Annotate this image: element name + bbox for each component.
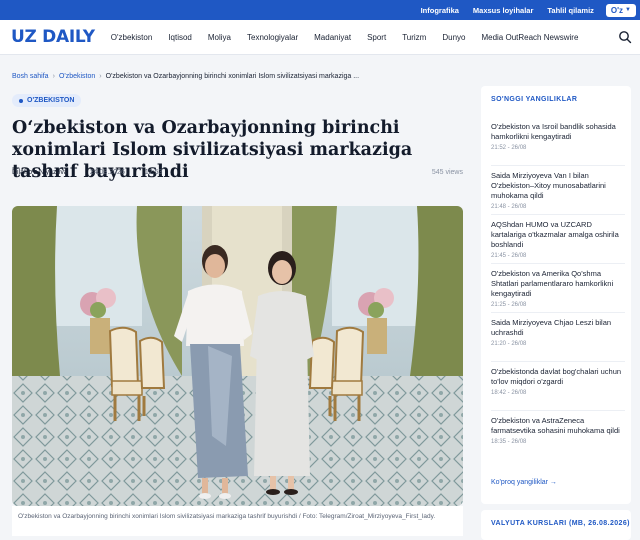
topbar-link-analysis[interactable]: Tahlil qilamiz <box>547 6 594 15</box>
breadcrumb-section[interactable]: O'zbekiston <box>59 73 95 80</box>
more-news-link[interactable]: Ko'proq yangiliklar → <box>491 479 557 486</box>
category-badge[interactable]: O'ZBEKISTON <box>12 94 82 107</box>
latest-news-heading: SO'NGGI YANGILIKLAR <box>491 96 578 103</box>
search-icon[interactable] <box>618 30 632 44</box>
breadcrumb-separator: › <box>52 73 55 80</box>
breadcrumb-home[interactable]: Bosh sahifa <box>12 73 49 80</box>
topbar-link-infographics[interactable]: Infografika <box>421 6 459 15</box>
news-title[interactable]: O'zbekiston va Amerika Qo'shma Shtatlari… <box>491 269 625 299</box>
news-date: 21:25 - 26/08 <box>491 302 527 308</box>
latest-news-panel: SO'NGGI YANGILIKLAR O'zbekiston va Isroi… <box>481 86 631 504</box>
main-nav: UZ DAILY O'zbekiston Iqtisod Moliya Texn… <box>0 20 640 55</box>
currency-rates-panel: VALYUTA KURSLARI (MB, 26.08.2026) <box>481 510 631 540</box>
nav-item-economy[interactable]: Iqtisod <box>168 33 192 42</box>
list-item[interactable]: O'zbekiston va AstraZeneca farmatsevtika… <box>491 416 625 460</box>
news-date: 21:20 - 26/08 <box>491 341 527 347</box>
chevron-down-icon: ▼ <box>625 7 631 13</box>
article-views: 545 views <box>431 169 463 176</box>
dot-icon <box>19 98 23 103</box>
language-selector[interactable]: O'z ▼ <box>605 3 636 17</box>
nav-item-world[interactable]: Dunyo <box>442 33 465 42</box>
article-date: 24.08.2026 <box>89 169 125 176</box>
nav-item-sport[interactable]: Sport <box>367 33 386 42</box>
news-title[interactable]: AQShdan HUMO va UZCARD kartalariga o'tka… <box>491 220 625 250</box>
nav-item-culture[interactable]: Madaniyat <box>314 33 351 42</box>
article-meta: Dilafro'z Niyazova 24.08.2026 12:53 545 … <box>12 169 463 176</box>
list-item[interactable]: Saida Mirziyoyeva Van I bilan O'zbekisto… <box>491 171 625 215</box>
list-item[interactable]: O'zbekiston va Amerika Qo'shma Shtatlari… <box>491 269 625 313</box>
list-item[interactable]: O'zbekiston va Isroil bandlik sohasida h… <box>491 122 625 166</box>
news-list: O'zbekiston va Isroil bandlik sohasida h… <box>491 122 625 465</box>
news-title[interactable]: O'zbekiston va Isroil bandlik sohasida h… <box>491 122 625 142</box>
article-author[interactable]: Dilafro'z Niyazova <box>12 169 68 176</box>
news-date: 18:35 - 26/08 <box>491 439 527 445</box>
breadcrumb: Bosh sahifa › O'zbekiston › O'zbekiston va O… <box>12 73 359 80</box>
list-item[interactable]: AQShdan HUMO va UZCARD kartalariga o'tka… <box>491 220 625 264</box>
article-photo[interactable] <box>12 206 463 506</box>
article-time: 12:53 <box>144 169 163 176</box>
topbar-link-special-projects[interactable]: Maxsus loyihalar <box>473 6 533 15</box>
news-title[interactable]: Saida Mirziyoyeva Van I bilan O'zbekisto… <box>491 171 625 201</box>
news-date: 21:52 - 26/08 <box>491 145 527 151</box>
photo-caption: O'zbekiston va Ozarbayjonning birinchi x… <box>12 506 463 536</box>
news-title[interactable]: O'zbekistonda davlat bog'chalari uchun t… <box>491 367 625 387</box>
nav-item-uzbekistan[interactable]: O'zbekiston <box>111 33 153 42</box>
category-label: O'ZBEKISTON <box>27 97 75 104</box>
news-date: 18:42 - 26/08 <box>491 390 527 396</box>
list-item[interactable]: O'zbekistonda davlat bog'chalari uchun t… <box>491 367 625 411</box>
news-date: 21:45 - 26/08 <box>491 253 527 259</box>
site-logo[interactable]: UZ DAILY <box>11 27 95 47</box>
photo-illustration <box>12 206 463 506</box>
top-utility-bar: Infografika Maxsus loyihalar Tahlil qila… <box>0 0 640 20</box>
news-title[interactable]: O'zbekiston va AstraZeneca farmatsevtika… <box>491 416 625 436</box>
nav-item-finance[interactable]: Moliya <box>208 33 231 42</box>
nav-item-technology[interactable]: Texnologiyalar <box>247 33 298 42</box>
currency-rates-heading: VALYUTA KURSLARI (MB, 26.08.2026) <box>491 520 630 527</box>
breadcrumb-current: O'zbekiston va Ozarbayjonning birinchi x… <box>105 73 360 80</box>
language-label: O'z <box>610 5 624 15</box>
list-item[interactable]: Saida Mirziyoyeva Chjao Leszi bilan uchr… <box>491 318 625 362</box>
nav-item-newswire[interactable]: Media OutReach Newswire <box>481 33 578 42</box>
news-date: 21:48 - 26/08 <box>491 204 527 210</box>
nav-item-tourism[interactable]: Turizm <box>402 33 426 42</box>
breadcrumb-separator: › <box>99 73 102 80</box>
news-title[interactable]: Saida Mirziyoyeva Chjao Leszi bilan uchr… <box>491 318 625 338</box>
nav-menu: O'zbekiston Iqtisod Moliya Texnologiyala… <box>111 33 595 42</box>
